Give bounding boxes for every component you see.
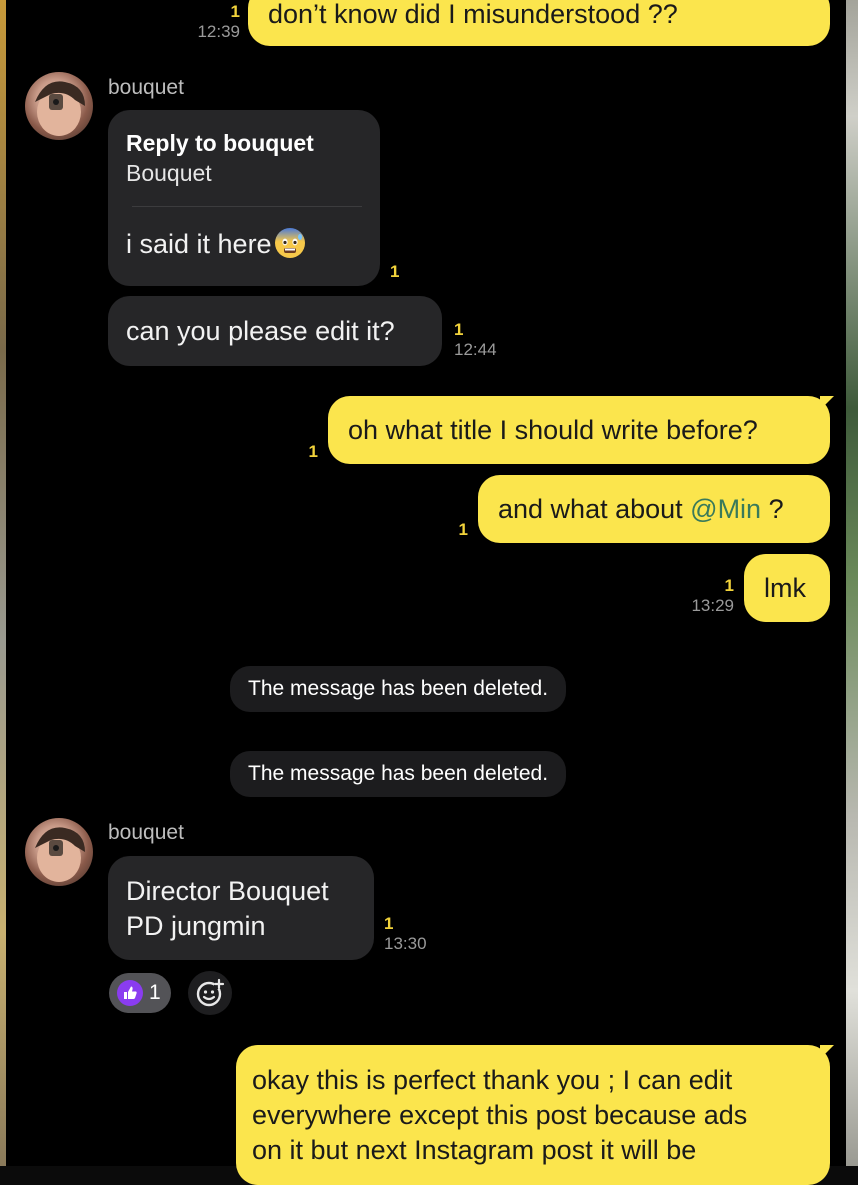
avatar[interactable]: [25, 818, 93, 886]
message-text-line: PD jungmin: [126, 911, 266, 941]
unread-count: 1: [454, 320, 464, 339]
message-text-line: okay this is perfect thank you ; I can e…: [252, 1065, 733, 1095]
reaction-chip[interactable]: 1: [109, 973, 171, 1013]
message-text-line: everywhere except this post because ads: [252, 1100, 748, 1130]
notice-text: The message has been deleted.: [248, 677, 549, 700]
unread-count: 1: [724, 576, 734, 595]
unread-count: 1: [230, 2, 240, 21]
unread-count: 1: [308, 442, 318, 461]
message-time: 13:30: [384, 934, 427, 953]
avatar[interactable]: [25, 72, 93, 140]
message-time: 12:39: [197, 22, 240, 41]
outgoing-message-bubble[interactable]: oh what title I should write before?: [328, 396, 830, 464]
message-text: lmk: [764, 573, 806, 603]
chat-area[interactable]: 1 12:39 don’t know did I misunderstood ?…: [6, 0, 846, 1185]
message-meta: 1: [300, 442, 318, 462]
message-text: can you please edit it?: [126, 316, 395, 346]
deleted-message-notice: The message has been deleted.: [230, 666, 567, 712]
reaction-count: 1: [149, 981, 161, 1004]
message-text-line: Director Bouquet: [126, 876, 329, 906]
message-text: and what about: [498, 494, 691, 524]
incoming-reply-bubble[interactable]: Reply to bouquet Bouquet i said it here: [108, 110, 380, 286]
message-meta: 1 12:39: [176, 2, 240, 42]
outgoing-message-bubble[interactable]: lmk: [744, 554, 830, 622]
anxious-face-emoji: [274, 228, 305, 258]
sender-name: bouquet: [108, 821, 184, 844]
add-reaction-icon: [196, 978, 225, 1007]
outgoing-message-bubble[interactable]: okay this is perfect thank you ; I can e…: [236, 1045, 830, 1185]
deleted-message-notice: The message has been deleted.: [230, 751, 567, 797]
unread-count: 1: [384, 914, 394, 933]
unread-count: 1: [458, 520, 468, 539]
message-meta: 1: [450, 520, 468, 540]
message-meta: 1: [390, 262, 399, 282]
notice-text: The message has been deleted.: [248, 762, 549, 785]
sender-name: bouquet: [108, 76, 184, 99]
message-text: i said it here: [126, 229, 272, 259]
message-time: 12:44: [454, 340, 497, 359]
avatar-image: [35, 81, 85, 136]
message-meta: 1 13:29: [666, 576, 734, 616]
reply-quote: Bouquet: [126, 160, 212, 186]
message-text-line: on it but next Instagram post it will be: [252, 1135, 697, 1165]
avatar-image: [35, 827, 85, 882]
outgoing-message-bubble[interactable]: don’t know did I misunderstood ??: [248, 0, 830, 46]
reply-divider: [132, 206, 362, 207]
unread-count: 1: [390, 262, 400, 281]
message-time: 13:29: [691, 596, 734, 615]
message-text: ?: [761, 494, 784, 524]
incoming-message-bubble[interactable]: Director Bouquet PD jungmin: [108, 856, 374, 960]
incoming-message-bubble[interactable]: can you please edit it?: [108, 296, 442, 366]
message-text: don’t know did I misunderstood ??: [268, 0, 678, 29]
mention-link[interactable]: @Min: [690, 494, 761, 524]
outgoing-message-bubble[interactable]: and what about @Min ?: [478, 475, 830, 543]
message-meta: 1 12:44: [454, 320, 497, 360]
background-edge-right: [846, 0, 858, 1166]
message-meta: 1 13:30: [384, 914, 427, 954]
message-text: oh what title I should write before?: [348, 415, 758, 445]
reply-label: Reply to bouquet: [126, 130, 314, 156]
add-reaction-button[interactable]: [188, 971, 232, 1015]
thumbs-up-icon: [117, 980, 143, 1006]
